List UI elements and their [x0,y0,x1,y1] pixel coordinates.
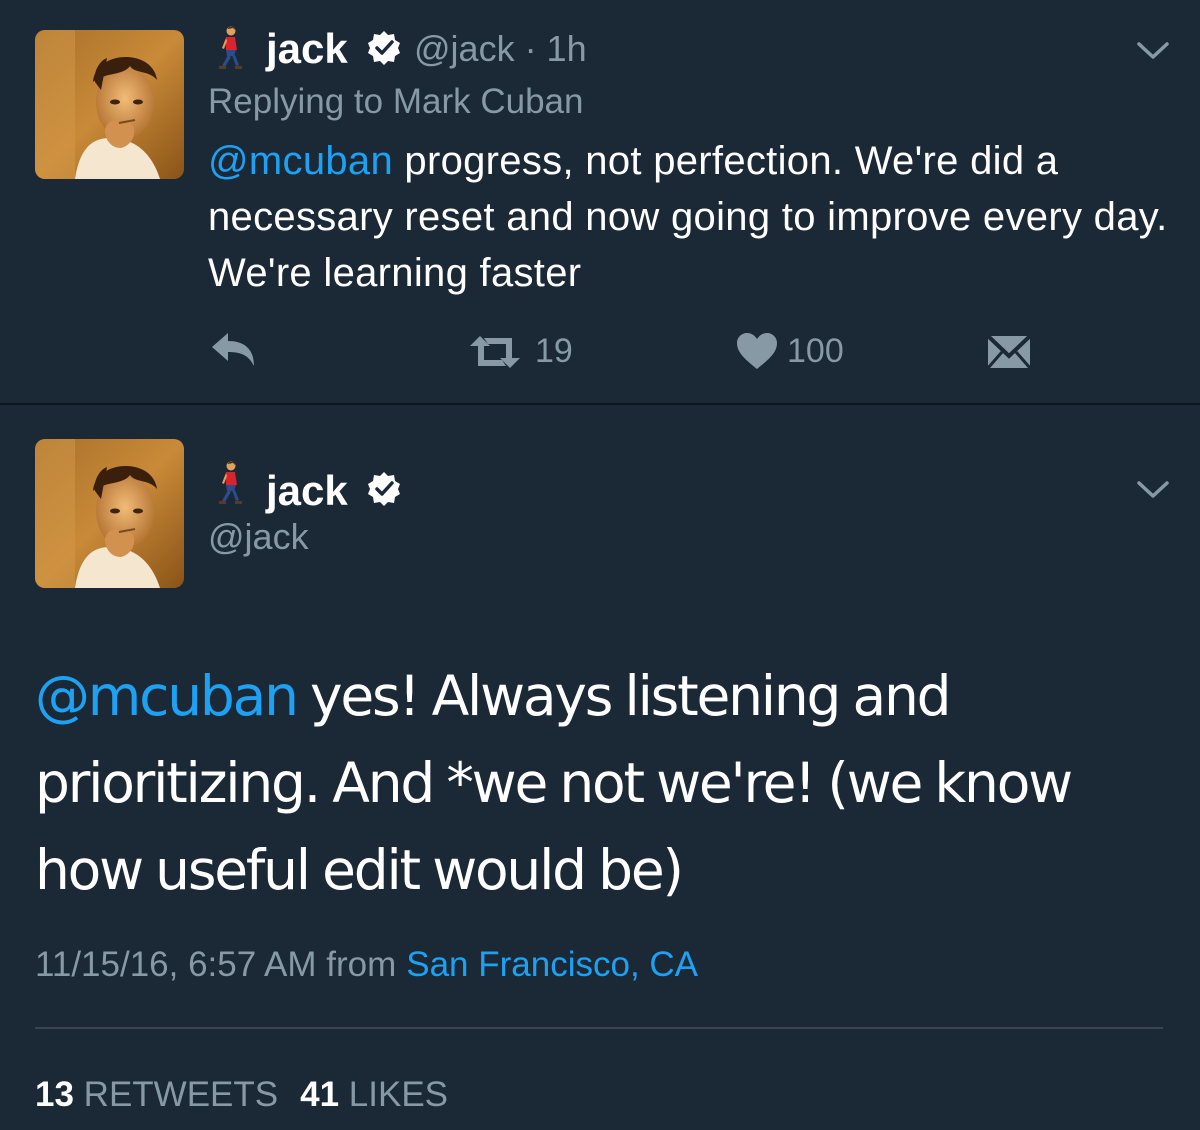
walking-person-emoji [219,26,242,69]
direct-message-icon[interactable] [986,334,1032,370]
retweet-label: RETWEETS [83,1075,279,1114]
retweet-icon[interactable] [466,332,524,372]
stats-divider [35,1027,1163,1029]
likes-stat[interactable]: 41 LIKES [300,1075,448,1114]
walking-person-emoji [219,461,242,504]
tweet-screenshot: jack @jack · 1h Replying to Mark Cuban @… [0,0,1200,1130]
main-tweet: jack @jack @mcuban yes! Always listening… [0,405,1200,1130]
tweet-meta: 11/15/16, 6:57 AM from San Francisco, CA [35,947,698,982]
avatar[interactable] [35,30,184,179]
chevron-down-icon[interactable] [1136,40,1170,62]
display-name[interactable]: jack [266,470,348,512]
avatar[interactable] [35,439,184,588]
user-handle[interactable]: @jack [208,519,309,555]
handle-and-time: @jack · 1h [414,28,587,69]
retweets-stat[interactable]: 13 RETWEETS [35,1075,278,1114]
replying-to-label[interactable]: Replying to Mark Cuban [208,84,583,119]
tweet-text: @mcuban progress, not perfection. We're … [208,133,1168,301]
location-link[interactable]: San Francisco, CA [406,945,698,984]
display-name[interactable]: jack [266,28,348,70]
retweet-count: 13 [35,1075,74,1114]
tweet-text: @mcuban yes! Always listening and priori… [35,653,1175,914]
verified-badge-icon [368,31,400,65]
chevron-down-icon[interactable] [1136,479,1170,501]
mention-link[interactable]: @mcuban [35,664,299,728]
verified-badge-icon [368,472,400,506]
like-count: 100 [787,332,844,370]
like-count: 41 [300,1075,340,1114]
like-label: LIKES [348,1075,449,1114]
mention-link[interactable]: @mcuban [208,139,393,183]
reply-tweet[interactable]: jack @jack · 1h Replying to Mark Cuban @… [0,0,1200,404]
heart-icon[interactable] [736,332,778,370]
reply-icon[interactable] [208,330,258,370]
retweet-count: 19 [535,332,573,370]
tweet-stats: 13 RETWEETS 41 LIKES [35,1077,448,1112]
timestamp: 11/15/16, 6:57 AM from [35,945,397,984]
